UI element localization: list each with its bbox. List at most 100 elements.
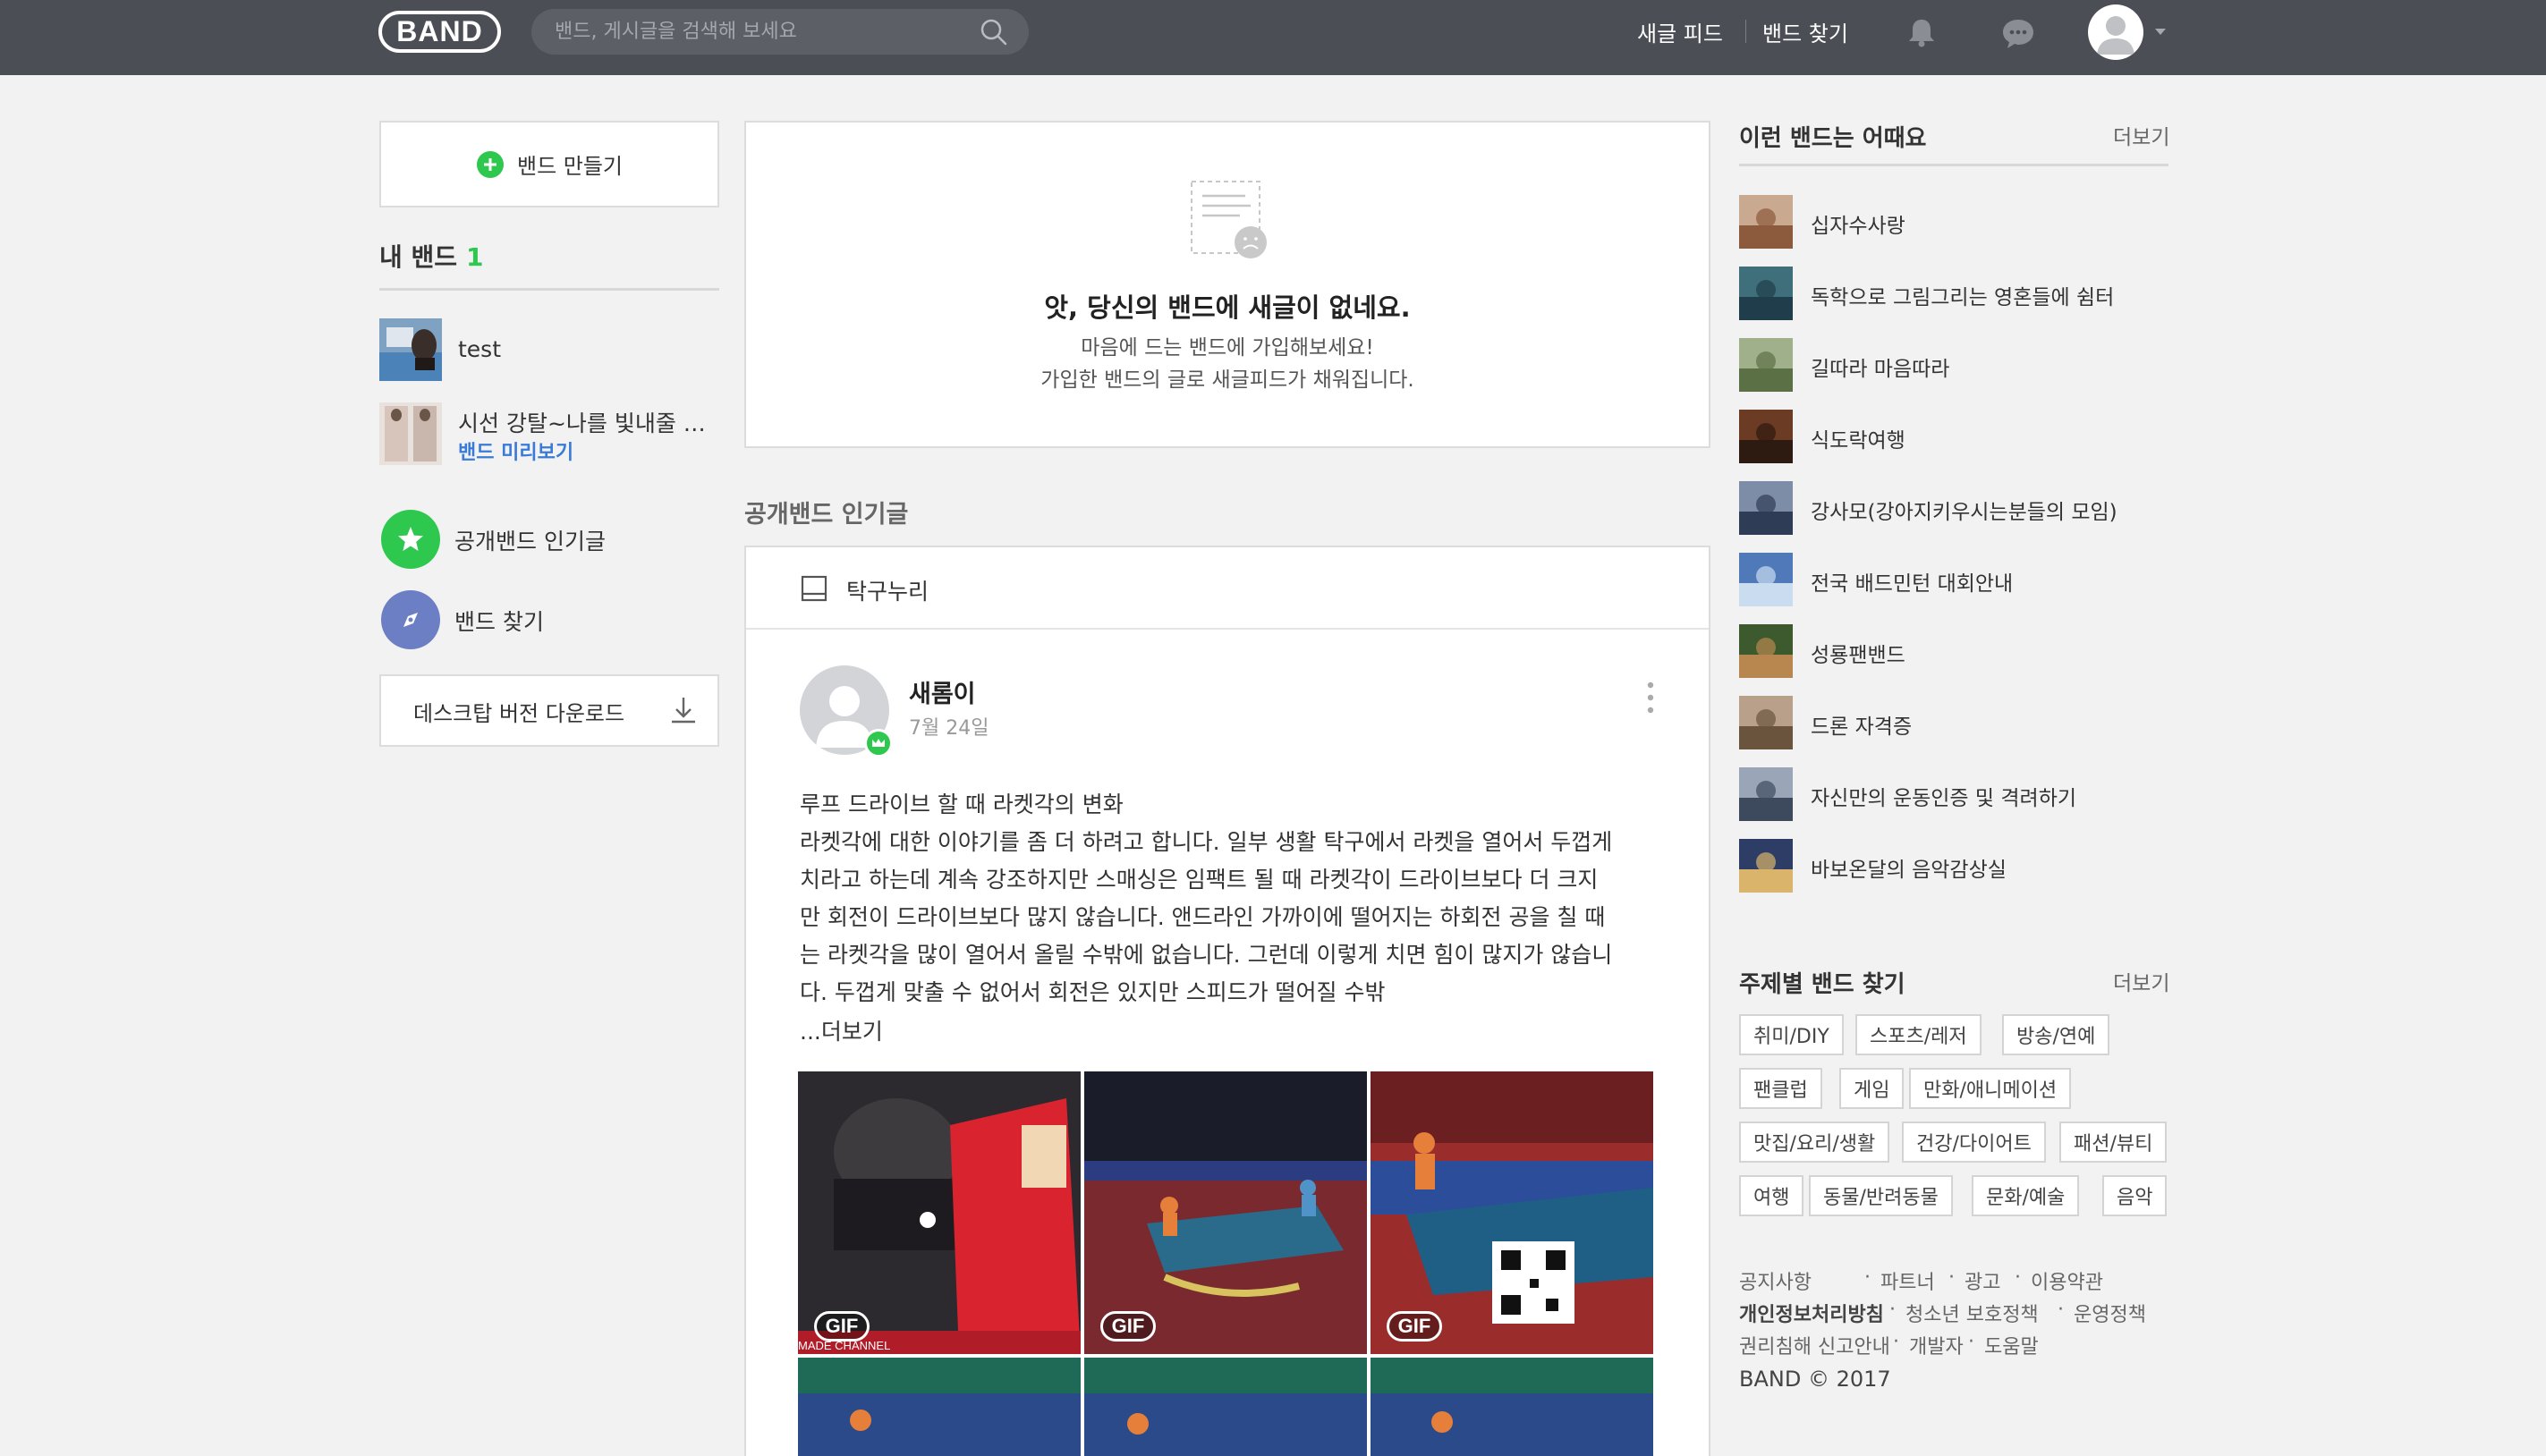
- topic-more-link[interactable]: 더보기: [2113, 966, 2169, 996]
- nav-find-band[interactable]: 밴드 찾기: [1762, 16, 1848, 47]
- search-input[interactable]: [555, 9, 957, 55]
- recommended-band-name[interactable]: 독학으로 그림그리는 영혼들에 쉼터: [1811, 280, 2114, 310]
- create-band-button[interactable]: 밴드 만들기: [379, 121, 719, 207]
- topic-tag[interactable]: 맛집/요리/생활: [1739, 1122, 1890, 1163]
- bell-icon[interactable]: [1904, 14, 1939, 50]
- my-bands-count: 1: [466, 242, 484, 272]
- recommended-band-thumbnail[interactable]: [1739, 696, 1793, 749]
- post-photo-gif[interactable]: GIF: [1371, 1071, 1653, 1354]
- band-name[interactable]: test: [458, 336, 501, 362]
- section-heading-popular: 공개밴드 인기글: [744, 501, 909, 529]
- post-author-name[interactable]: 새롬이: [909, 674, 976, 709]
- recommended-band-name[interactable]: 전국 배드민턴 대회안내: [1811, 566, 2013, 597]
- band-name[interactable]: 시선 강탈~나를 빛내줄 예쁜 옷 공유: [458, 406, 719, 438]
- band-thumbnail[interactable]: [379, 402, 442, 465]
- footer-link[interactable]: 파트너: [1880, 1266, 1935, 1295]
- band-cover-image: [379, 402, 442, 465]
- footer-link[interactable]: 공지사항: [1739, 1266, 1812, 1295]
- gif-badge: GIF: [814, 1311, 870, 1342]
- topic-tag[interactable]: 동물/반려동물: [1809, 1175, 1953, 1216]
- post-photo[interactable]: [798, 1358, 1081, 1456]
- recommended-band-name[interactable]: 드론 자격증: [1811, 709, 1912, 740]
- empty-feed-card: 앗, 당신의 밴드에 새글이 없네요. 마음에 드는 밴드에 가입해보세요! 가…: [744, 121, 1710, 448]
- empty-document-icon: [1191, 181, 1267, 258]
- desktop-download-button[interactable]: 데스크탑 버전 다운로드: [379, 674, 719, 747]
- recommended-band-name[interactable]: 식도락여행: [1811, 423, 1905, 453]
- topic-tag[interactable]: 여행: [1739, 1175, 1804, 1216]
- post-band-name[interactable]: 탁구누리: [846, 574, 929, 606]
- post-card: 탁구누리 새롬이 7월 24일 루프 드라이브 할 때 라켓각의 변화 라켓각에…: [744, 546, 1710, 1456]
- band-cover-image: [1739, 195, 1793, 249]
- recommended-band-name[interactable]: 바보온달의 음악감상실: [1811, 852, 2007, 883]
- nav-new-feed[interactable]: 새글 피드: [1637, 16, 1723, 47]
- footer-link[interactable]: 권리침해 신고안내: [1739, 1331, 1890, 1359]
- post-photo[interactable]: [1371, 1358, 1653, 1456]
- read-more-link[interactable]: ...더보기: [800, 1014, 883, 1046]
- recommended-band-thumbnail[interactable]: [1739, 267, 1793, 320]
- recommended-band-thumbnail[interactable]: [1739, 481, 1793, 535]
- footer-link[interactable]: 개발자: [1909, 1331, 1964, 1359]
- topic-tag[interactable]: 음악: [2102, 1175, 2168, 1216]
- band-logo[interactable]: BAND: [378, 11, 501, 53]
- table-tennis-photo: [1371, 1358, 1653, 1456]
- footer-link[interactable]: 운영정책: [2074, 1299, 2146, 1327]
- recommended-band-thumbnail[interactable]: [1739, 553, 1793, 606]
- band-preview-link[interactable]: 밴드 미리보기: [458, 436, 573, 465]
- footer-link[interactable]: 광고: [1965, 1266, 2000, 1295]
- post-photo-gif[interactable]: GIF MADE CHANNEL: [798, 1071, 1081, 1354]
- topic-tag[interactable]: 팬클럽: [1739, 1068, 1822, 1109]
- post-text-line: 치라고 하는데 계속 강조하지만 스매싱은 임팩트 될 때 라켓각이 드라이브보…: [800, 867, 1599, 893]
- band-cover-image: [1739, 624, 1793, 678]
- recommended-band-thumbnail[interactable]: [1739, 624, 1793, 678]
- recommended-more-link[interactable]: 더보기: [2113, 120, 2169, 150]
- footer-link[interactable]: 이용약관: [2031, 1266, 2103, 1295]
- my-bands-label: 내 밴드: [379, 242, 458, 272]
- gif-badge: GIF: [1100, 1311, 1156, 1342]
- sidebar-item-find-band[interactable]: 밴드 찾기: [454, 605, 544, 637]
- topic-tag[interactable]: 문화/예술: [1972, 1175, 2080, 1216]
- post-photo-gif[interactable]: GIF: [1084, 1071, 1367, 1354]
- recommended-band-name[interactable]: 길따라 마음따라: [1811, 351, 1949, 382]
- topic-tag[interactable]: 방송/연예: [2002, 1014, 2110, 1055]
- recommended-band-thumbnail[interactable]: [1739, 767, 1793, 821]
- band-cover-image: [1739, 767, 1793, 821]
- sidebar-item-popular-posts[interactable]: 공개밴드 인기글: [454, 524, 606, 556]
- topic-tag[interactable]: 취미/DIY: [1739, 1014, 1844, 1055]
- divider: [379, 288, 719, 291]
- recommended-band-name[interactable]: 자신만의 운동인증 및 격려하기: [1811, 781, 2076, 811]
- topic-tag[interactable]: 스포츠/레저: [1855, 1014, 1982, 1055]
- chat-icon[interactable]: [2000, 16, 2036, 50]
- chevron-down-icon[interactable]: [2154, 28, 2167, 37]
- profile-avatar[interactable]: [2088, 4, 2143, 60]
- divider: [1739, 164, 2168, 166]
- search-icon[interactable]: [979, 17, 1009, 47]
- download-label: 데스크탑 버전 다운로드: [413, 701, 625, 726]
- post-band-bar[interactable]: 탁구누리: [746, 547, 1709, 630]
- footer-link[interactable]: 청소년 보호정책: [1905, 1299, 2039, 1327]
- topic-tag[interactable]: 패션/뷰티: [2059, 1122, 2168, 1163]
- topic-tag[interactable]: 게임: [1839, 1068, 1905, 1109]
- footer-link[interactable]: 도움말: [1984, 1331, 2039, 1359]
- more-options-icon[interactable]: [1644, 680, 1657, 715]
- find-band-icon-circle[interactable]: [381, 590, 440, 649]
- recommended-band-thumbnail[interactable]: [1739, 195, 1793, 249]
- recommended-band-name[interactable]: 십자수사랑: [1811, 208, 1905, 239]
- popular-posts-icon-circle[interactable]: [381, 510, 440, 569]
- recommended-band-thumbnail[interactable]: [1739, 839, 1793, 893]
- recommended-band-thumbnail[interactable]: [1739, 410, 1793, 463]
- post-photo[interactable]: [1084, 1358, 1367, 1456]
- footer-separator: ·: [2015, 1266, 2021, 1289]
- recommended-band-name[interactable]: 성룡팬밴드: [1811, 638, 1905, 668]
- gif-badge: GIF: [1387, 1311, 1442, 1342]
- empty-feed-message: 마음에 드는 밴드에 가입해보세요!: [1081, 336, 1374, 360]
- footer-separator: ·: [2058, 1299, 2064, 1321]
- nav-divider: [1745, 20, 1746, 43]
- topic-tag[interactable]: 만화/애니메이션: [1909, 1068, 2072, 1109]
- topic-tag[interactable]: 건강/다이어트: [1902, 1122, 2046, 1163]
- compass-icon: [403, 613, 418, 627]
- recommended-band-name[interactable]: 강사모(강아지키우시는분들의 모임): [1811, 495, 2117, 525]
- footer-link[interactable]: 개인정보처리방침: [1739, 1299, 1884, 1327]
- recommended-band-thumbnail[interactable]: [1739, 338, 1793, 392]
- download-icon: [672, 698, 695, 724]
- band-thumbnail[interactable]: [379, 318, 442, 381]
